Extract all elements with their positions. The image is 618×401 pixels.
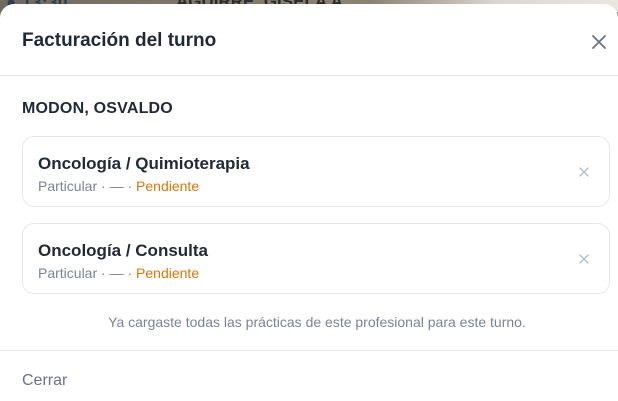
- remove-practice-button[interactable]: [577, 252, 591, 266]
- close-icon: [592, 35, 606, 49]
- practice-card: Oncología / Quimioterapia Particular · —…: [22, 136, 610, 207]
- practice-title: Oncología / Consulta: [38, 241, 209, 260]
- practice-title: Oncología / Quimioterapia: [38, 154, 250, 173]
- practice-details: Particular · — · Pendiente: [38, 265, 199, 281]
- billing-modal: Facturación del turno MODON, OSVALDO Onc…: [0, 4, 618, 401]
- completion-note: Ya cargaste todas las prácticas de este …: [108, 314, 526, 330]
- practice-card: Oncología / Consulta Particular · — · Pe…: [22, 223, 610, 294]
- modal-header: Facturación del turno: [0, 4, 618, 76]
- patient-name: MODON, OSVALDO: [22, 100, 173, 117]
- separator: ·: [127, 265, 133, 281]
- remove-practice-button[interactable]: [577, 165, 591, 179]
- modal-title: Facturación del turno: [22, 30, 217, 51]
- practice-details: Particular · — · Pendiente: [38, 178, 199, 194]
- close-icon: [579, 254, 589, 264]
- practice-status: Pendiente: [136, 178, 200, 194]
- close-button[interactable]: [588, 31, 610, 53]
- modal-footer: Cerrar: [0, 350, 618, 401]
- separator: ·: [101, 265, 106, 281]
- practice-amount: —: [109, 178, 124, 194]
- separator: ·: [101, 178, 106, 194]
- separator: ·: [127, 178, 133, 194]
- practice-status: Pendiente: [136, 265, 200, 281]
- practice-amount: —: [109, 265, 124, 281]
- close-footer-button[interactable]: Cerrar: [22, 372, 67, 390]
- close-icon: [579, 167, 589, 177]
- practice-coverage: Particular: [38, 178, 98, 194]
- practice-coverage: Particular: [38, 265, 98, 281]
